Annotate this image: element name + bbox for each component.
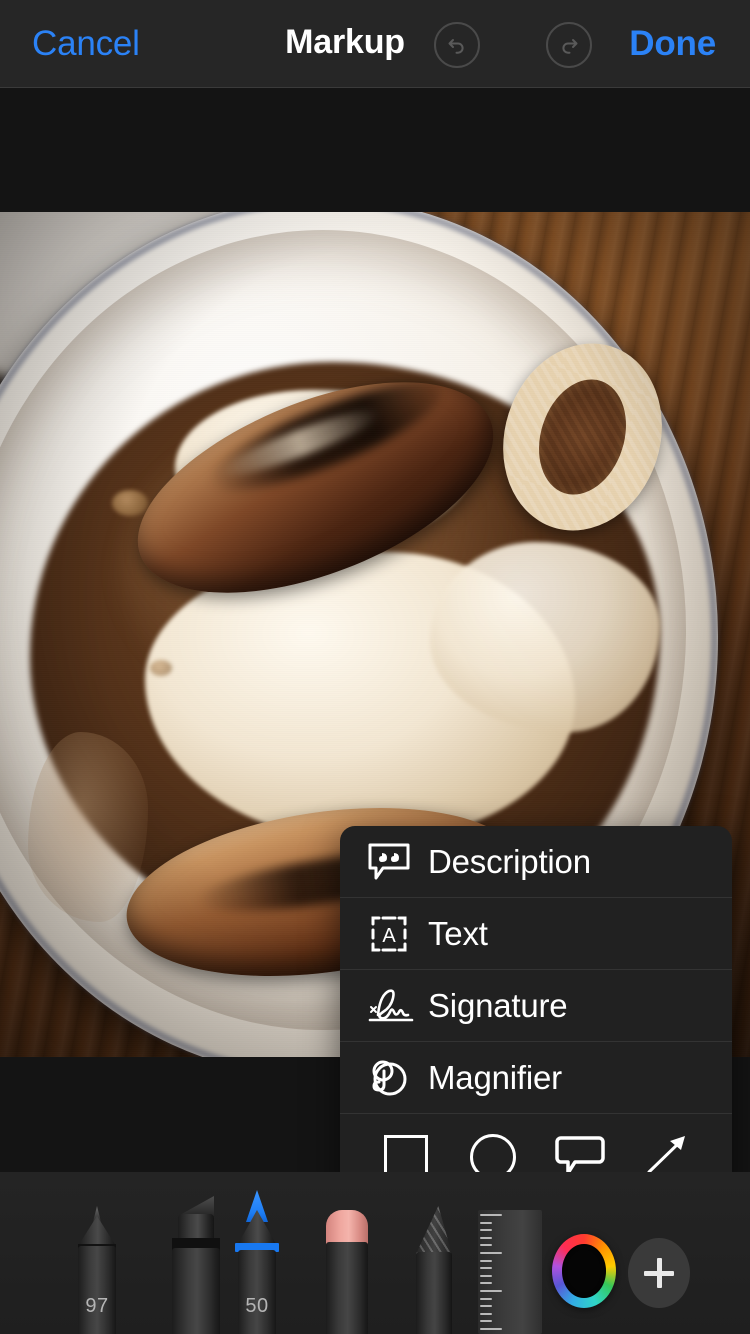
- marker-pen-body: [238, 1250, 276, 1334]
- menu-item-label: Text: [428, 914, 488, 952]
- pencil-tip-icon: [416, 1206, 452, 1254]
- undo-arrow-icon: [444, 32, 470, 58]
- gravy-smear: [28, 732, 148, 922]
- speech-bubble-quote-icon: [366, 839, 422, 885]
- eraser-body: [326, 1242, 368, 1334]
- undo-button[interactable]: [434, 22, 480, 68]
- signature-icon: [366, 983, 422, 1029]
- markup-toolbar: Cancel Markup Done: [0, 0, 750, 88]
- gravy-drip-two: [150, 660, 172, 676]
- tool-pencil[interactable]: [398, 1206, 468, 1334]
- cancel-button[interactable]: Cancel: [32, 24, 140, 64]
- tool-pen[interactable]: 97: [62, 1206, 132, 1334]
- svg-text:A: A: [382, 925, 396, 947]
- tool-eraser[interactable]: [310, 1210, 380, 1334]
- highlighter-chisel-tip-icon: [178, 1196, 214, 1216]
- ruler-ticks-icon: [480, 1210, 506, 1334]
- menu-item-magnifier[interactable]: Magnifier: [340, 1042, 732, 1114]
- highlighter-body: [172, 1248, 220, 1334]
- text-box-a-icon: A: [366, 911, 422, 957]
- menu-item-label: Signature: [428, 986, 568, 1024]
- color-picker-button[interactable]: [552, 1234, 616, 1308]
- redo-arrow-icon: [556, 32, 582, 58]
- drawing-tool-tray: 97 50: [0, 1172, 750, 1334]
- tool-marker-pen-selected[interactable]: 50: [222, 1190, 292, 1334]
- pen-body: [78, 1246, 116, 1334]
- pen-cone: [78, 1216, 116, 1246]
- marker-pen-cone: [238, 1210, 276, 1244]
- menu-item-label: Magnifier: [428, 1058, 562, 1096]
- menu-item-description[interactable]: Description: [340, 826, 732, 898]
- menu-item-label: Description: [428, 842, 591, 880]
- add-tool-button[interactable]: [628, 1238, 690, 1308]
- highlighter-neck: [178, 1214, 214, 1240]
- current-color-swatch: [562, 1244, 606, 1298]
- gravy-drip-one: [112, 490, 148, 516]
- plus-icon-vertical: [656, 1258, 662, 1288]
- redo-button[interactable]: [546, 22, 592, 68]
- magnifier-loupe-icon: [366, 1055, 422, 1101]
- eraser-rubber-tip-icon: [326, 1210, 368, 1246]
- done-button[interactable]: Done: [629, 24, 716, 64]
- page-title-label: Markup: [285, 23, 405, 61]
- markup-screen: Cancel Markup Done Description A Text Si…: [0, 0, 750, 1334]
- add-annotation-menu[interactable]: Description A Text Signature Magnifier: [340, 826, 732, 1200]
- menu-item-signature[interactable]: Signature: [340, 970, 732, 1042]
- menu-item-text[interactable]: A Text: [340, 898, 732, 970]
- pencil-body: [416, 1252, 452, 1334]
